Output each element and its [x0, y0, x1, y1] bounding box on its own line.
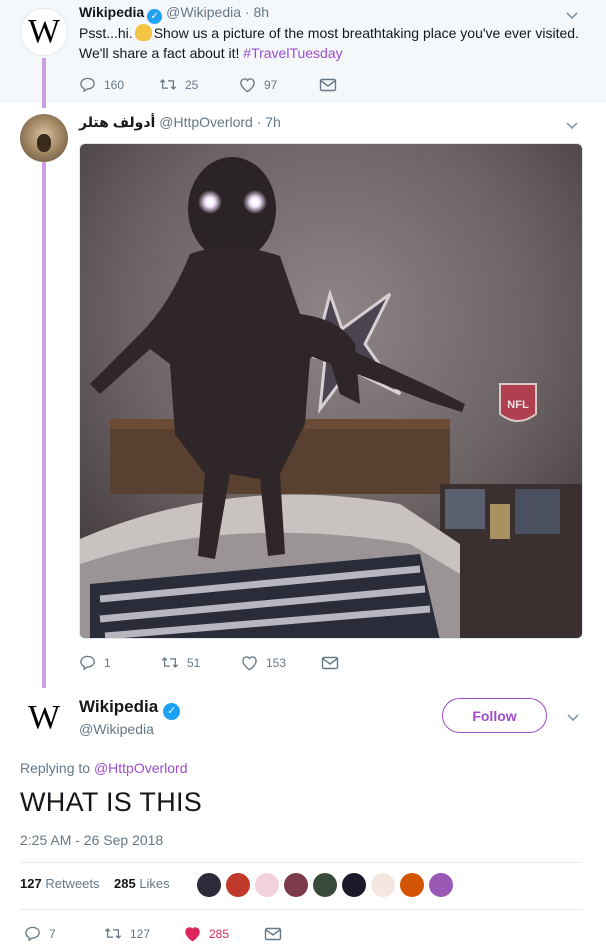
- reply-count: 1: [104, 655, 111, 670]
- retweet-button[interactable]: 25: [159, 76, 239, 93]
- heart-icon: [240, 77, 255, 92]
- waving-hand-icon: [134, 24, 152, 41]
- httpoverlord-avatar[interactable]: [20, 114, 68, 162]
- retweet-button[interactable]: 127: [104, 925, 184, 942]
- parent-tweet[interactable]: W Wikipedia ✓ @Wikipedia · 8h Psst...hi. S…: [0, 0, 606, 103]
- tweet-stats: 127 Retweets 285 Likes: [20, 876, 170, 891]
- like-count: 153: [266, 655, 287, 670]
- tweet-timestamp[interactable]: 2:25 AM - 26 Sep 2018: [20, 832, 163, 848]
- retweet-count: 25: [185, 77, 199, 92]
- envelope-icon: [321, 656, 339, 669]
- like-button[interactable]: 97: [239, 77, 319, 93]
- liker-avatar[interactable]: [341, 872, 367, 898]
- wikipedia-avatar[interactable]: W: [20, 8, 68, 56]
- likes-stat[interactable]: 285 Likes: [114, 876, 170, 891]
- tweet-actions: 160 25 97: [79, 76, 337, 93]
- like-button[interactable]: 285: [184, 926, 264, 942]
- retweet-icon: [104, 928, 122, 939]
- retweet-icon: [159, 79, 177, 90]
- thread-line: [42, 58, 46, 108]
- liker-avatar[interactable]: [312, 872, 338, 898]
- liker-avatar[interactable]: [370, 872, 396, 898]
- tweet-text: WHAT IS THIS: [20, 787, 203, 817]
- retweet-count: 127: [130, 926, 151, 941]
- liker-avatar[interactable]: [225, 872, 251, 898]
- divider: [20, 862, 582, 863]
- reply-count: 160: [104, 77, 125, 92]
- verified-icon: ✓: [147, 9, 163, 24]
- replying-to-link[interactable]: @HttpOverlord: [94, 760, 188, 776]
- author-name[interactable]: أدولف هتلر: [79, 114, 155, 130]
- wikipedia-avatar[interactable]: W: [20, 694, 68, 742]
- author-name[interactable]: Wikipedia: [79, 4, 144, 20]
- chevron-down-icon[interactable]: [565, 8, 581, 24]
- heart-icon: [242, 655, 257, 670]
- liker-avatar[interactable]: [196, 872, 222, 898]
- tweet-header: أدولف هتلر @HttpOverlord · 7h: [79, 114, 281, 131]
- like-count: 285: [209, 926, 230, 941]
- retweet-icon: [161, 657, 179, 668]
- reply-icon: [80, 77, 95, 93]
- reply-button[interactable]: 1: [79, 654, 161, 671]
- hashtag-link[interactable]: #TravelTuesday: [243, 45, 342, 61]
- nfl-logo-text: NFL: [507, 399, 529, 411]
- bedroom-photo: NFL: [80, 144, 582, 638]
- heart-icon: [185, 926, 200, 941]
- reply-icon: [80, 655, 95, 671]
- tweet-actions: 7 127 285: [24, 925, 282, 942]
- avatar-letter: W: [27, 13, 61, 50]
- tweet-photo[interactable]: NFL: [79, 143, 583, 639]
- divider: [20, 909, 582, 910]
- author-handle[interactable]: @Wikipedia: [166, 4, 241, 20]
- retweets-stat[interactable]: 127 Retweets: [20, 876, 100, 891]
- avatar-letter: W: [27, 699, 61, 736]
- liker-avatar[interactable]: [254, 872, 280, 898]
- tweet-header: Wikipedia ✓ @Wikipedia · 8h: [79, 4, 269, 24]
- liker-avatar[interactable]: [399, 872, 425, 898]
- envelope-icon: [319, 78, 337, 91]
- liker-avatars: [196, 872, 454, 898]
- reply-count: 7: [49, 926, 56, 941]
- tweet-time[interactable]: · 8h: [245, 4, 269, 20]
- follow-button[interactable]: Follow: [442, 698, 547, 733]
- replying-to: Replying to @HttpOverlord: [20, 760, 188, 776]
- dm-button[interactable]: [264, 927, 282, 941]
- like-count: 97: [264, 77, 278, 92]
- dm-button[interactable]: [319, 78, 337, 92]
- liker-avatar[interactable]: [283, 872, 309, 898]
- author-handle[interactable]: @Wikipedia: [79, 721, 154, 737]
- author-name[interactable]: Wikipedia ✓: [79, 697, 181, 720]
- thread-line: [42, 162, 46, 688]
- retweet-count: 51: [187, 655, 201, 670]
- envelope-icon: [264, 927, 282, 940]
- author-handle[interactable]: @HttpOverlord: [159, 114, 253, 130]
- retweet-button[interactable]: 51: [161, 654, 241, 671]
- chevron-down-icon[interactable]: [566, 710, 582, 726]
- dm-button[interactable]: [321, 656, 339, 670]
- reply-icon: [25, 926, 40, 942]
- tweet-time[interactable]: · 7h: [257, 114, 281, 130]
- liker-avatar[interactable]: [428, 872, 454, 898]
- reply-button[interactable]: 7: [24, 925, 104, 942]
- reply-button[interactable]: 160: [79, 76, 159, 93]
- like-button[interactable]: 153: [241, 655, 321, 671]
- tweet-actions: 1 51 153: [79, 654, 339, 671]
- verified-icon: ✓: [163, 703, 181, 720]
- chevron-down-icon[interactable]: [565, 118, 581, 134]
- tweet-text: Psst...hi. Show us a picture of the most …: [79, 24, 579, 61]
